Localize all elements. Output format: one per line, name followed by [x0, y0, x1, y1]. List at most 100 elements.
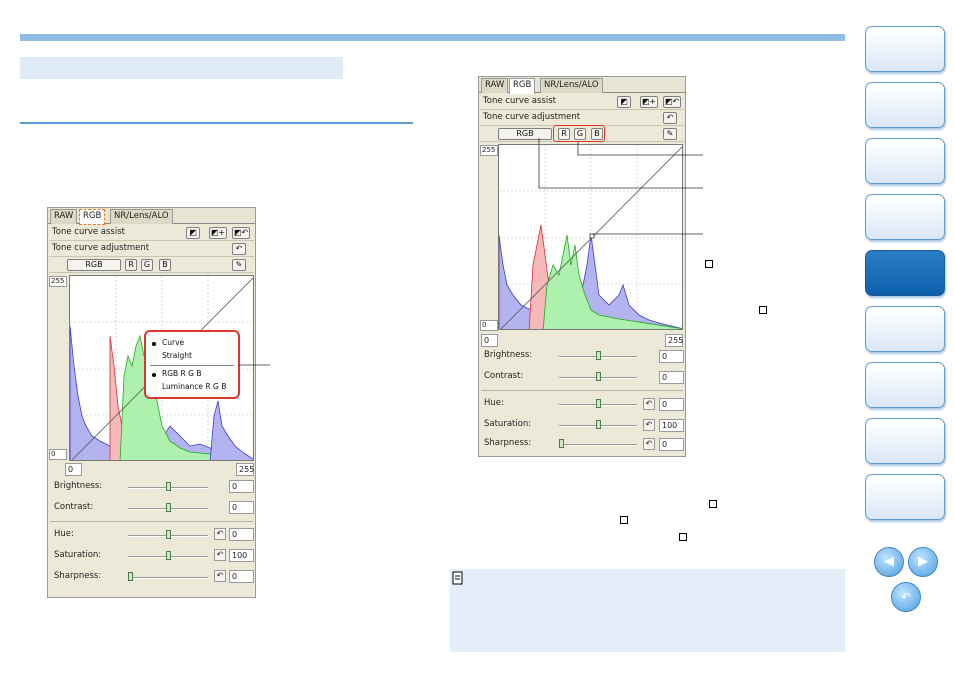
- checkbox-icon: [705, 260, 713, 268]
- brightness-field[interactable]: 0: [229, 480, 254, 493]
- undo-icon[interactable]: ↶: [214, 570, 226, 582]
- channel-r-button[interactable]: R: [125, 259, 137, 271]
- saturation-label: Saturation:: [484, 419, 532, 429]
- sharpness-slider[interactable]: [559, 444, 637, 446]
- tone-curve-assist-row: Tone curve assist ◩ ◩+ ◩↶: [480, 94, 684, 110]
- sharpness-slider[interactable]: [128, 577, 208, 579]
- add-icon[interactable]: ◩+: [640, 96, 658, 108]
- undo-icon[interactable]: ↶: [232, 243, 246, 255]
- sharpness-field[interactable]: 0: [229, 570, 254, 583]
- tab-rgb[interactable]: RGB: [509, 78, 536, 94]
- curve-context-menu: Curve Straight RGB R G B Luminance R G B: [144, 330, 240, 399]
- hue-label: Hue:: [54, 529, 74, 539]
- menu-item-straight[interactable]: Straight: [162, 351, 192, 360]
- contrast-label: Contrast:: [484, 371, 524, 381]
- sharpness-thumb[interactable]: [559, 439, 564, 448]
- brightness-field[interactable]: 0: [659, 350, 684, 363]
- nav-tab-8[interactable]: [865, 418, 945, 464]
- channel-rgb-button[interactable]: RGB: [67, 259, 121, 271]
- saturation-thumb[interactable]: [596, 420, 601, 429]
- tone-curve-assist-label: Tone curve assist: [483, 96, 556, 106]
- eyedropper-icon[interactable]: ✎: [232, 259, 246, 271]
- hue-label: Hue:: [484, 398, 504, 408]
- x-max-field[interactable]: 255: [665, 334, 683, 347]
- tone-curve-adjustment-label: Tone curve adjustment: [483, 112, 581, 122]
- note-icon: [452, 571, 463, 585]
- brightness-label: Brightness:: [54, 481, 103, 491]
- adjust-icon[interactable]: ◩: [186, 227, 200, 239]
- adjust-icon[interactable]: ◩: [617, 96, 631, 108]
- nav-tab-5-active[interactable]: [865, 250, 945, 296]
- tab-nr-lens-alo[interactable]: NR/Lens/ALO: [540, 78, 603, 93]
- y-max-label: 255: [480, 145, 498, 156]
- saturation-thumb[interactable]: [166, 551, 171, 560]
- hue-thumb[interactable]: [596, 399, 601, 408]
- saturation-label: Saturation:: [54, 550, 102, 560]
- nav-tab-4[interactable]: [865, 194, 945, 240]
- hue-field[interactable]: 0: [229, 528, 254, 541]
- menu-item-luminance[interactable]: Luminance R G B: [162, 382, 226, 391]
- selected-dot: [152, 373, 156, 377]
- x-min-field[interactable]: 0: [65, 463, 82, 476]
- sharpness-label: Sharpness:: [54, 571, 102, 581]
- undo-icon[interactable]: ◩↶: [663, 96, 681, 108]
- contrast-thumb[interactable]: [596, 372, 601, 381]
- channel-g-button[interactable]: G: [141, 259, 153, 271]
- menu-item-rgb[interactable]: RGB R G B: [162, 369, 202, 378]
- y-min-label: 0: [480, 320, 498, 331]
- menu-item-curve[interactable]: Curve: [162, 338, 184, 347]
- tab-raw[interactable]: RAW: [50, 209, 78, 224]
- menu-divider: [150, 365, 234, 366]
- selected-dot: [152, 342, 156, 346]
- tone-curve-adjustment-row: Tone curve adjustment ↶: [480, 110, 684, 126]
- rgb-panel-left: RAW RGB NR/Lens/ALO Tone curve assist ◩ …: [47, 207, 256, 598]
- hue-thumb[interactable]: [166, 530, 171, 539]
- checkbox-icon: [709, 500, 717, 508]
- saturation-field[interactable]: 100: [229, 549, 254, 562]
- top-banner: [20, 34, 845, 41]
- tab-raw[interactable]: RAW: [481, 78, 509, 93]
- sharpness-thumb[interactable]: [128, 572, 133, 581]
- contrast-thumb[interactable]: [166, 503, 171, 512]
- add-icon[interactable]: ◩+: [209, 227, 227, 239]
- callout-lines: [538, 138, 703, 235]
- contrast-label: Contrast:: [54, 502, 94, 512]
- contrast-field[interactable]: 0: [229, 501, 254, 514]
- brightness-label: Brightness:: [484, 350, 533, 360]
- channel-b-button[interactable]: B: [159, 259, 171, 271]
- brightness-thumb[interactable]: [166, 482, 171, 491]
- tone-curve-assist-row: Tone curve assist ◩ ◩+ ◩↶: [49, 225, 254, 241]
- undo-icon[interactable]: ↶: [643, 398, 655, 410]
- nav-tab-2[interactable]: [865, 82, 945, 128]
- callout-line: [238, 364, 270, 366]
- undo-icon[interactable]: ↶: [214, 549, 226, 561]
- undo-icon[interactable]: ◩↶: [232, 227, 250, 239]
- note-box: [450, 569, 845, 652]
- contrast-field[interactable]: 0: [659, 371, 684, 384]
- x-max-field[interactable]: 255: [236, 463, 254, 476]
- undo-icon[interactable]: ↶: [214, 528, 226, 540]
- undo-icon[interactable]: ↶: [643, 419, 655, 431]
- brightness-thumb[interactable]: [596, 351, 601, 360]
- nav-tab-6[interactable]: [865, 306, 945, 352]
- next-icon[interactable]: ▶: [908, 547, 938, 577]
- saturation-field[interactable]: 100: [659, 419, 684, 432]
- prev-icon[interactable]: ◀: [874, 547, 904, 577]
- nav-tab-3[interactable]: [865, 138, 945, 184]
- sharpness-field[interactable]: 0: [659, 438, 684, 451]
- tone-curve-assist-label: Tone curve assist: [52, 227, 125, 237]
- nav-tab-9[interactable]: [865, 474, 945, 520]
- return-icon[interactable]: ↶: [891, 582, 921, 612]
- tab-rgb[interactable]: RGB: [79, 209, 106, 225]
- y-max-label: 255: [49, 276, 67, 287]
- tab-nr-lens-alo[interactable]: NR/Lens/ALO: [110, 209, 173, 224]
- undo-icon[interactable]: ↶: [663, 112, 677, 124]
- nav-tab-1[interactable]: [865, 26, 945, 72]
- undo-icon[interactable]: ↶: [643, 438, 655, 450]
- channel-row: RGB R G B ✎: [49, 257, 254, 273]
- hue-field[interactable]: 0: [659, 398, 684, 411]
- section-divider: [20, 122, 413, 124]
- nav-tab-7[interactable]: [865, 362, 945, 408]
- x-min-field[interactable]: 0: [481, 334, 498, 347]
- tone-curve-adjustment-label: Tone curve adjustment: [52, 243, 150, 253]
